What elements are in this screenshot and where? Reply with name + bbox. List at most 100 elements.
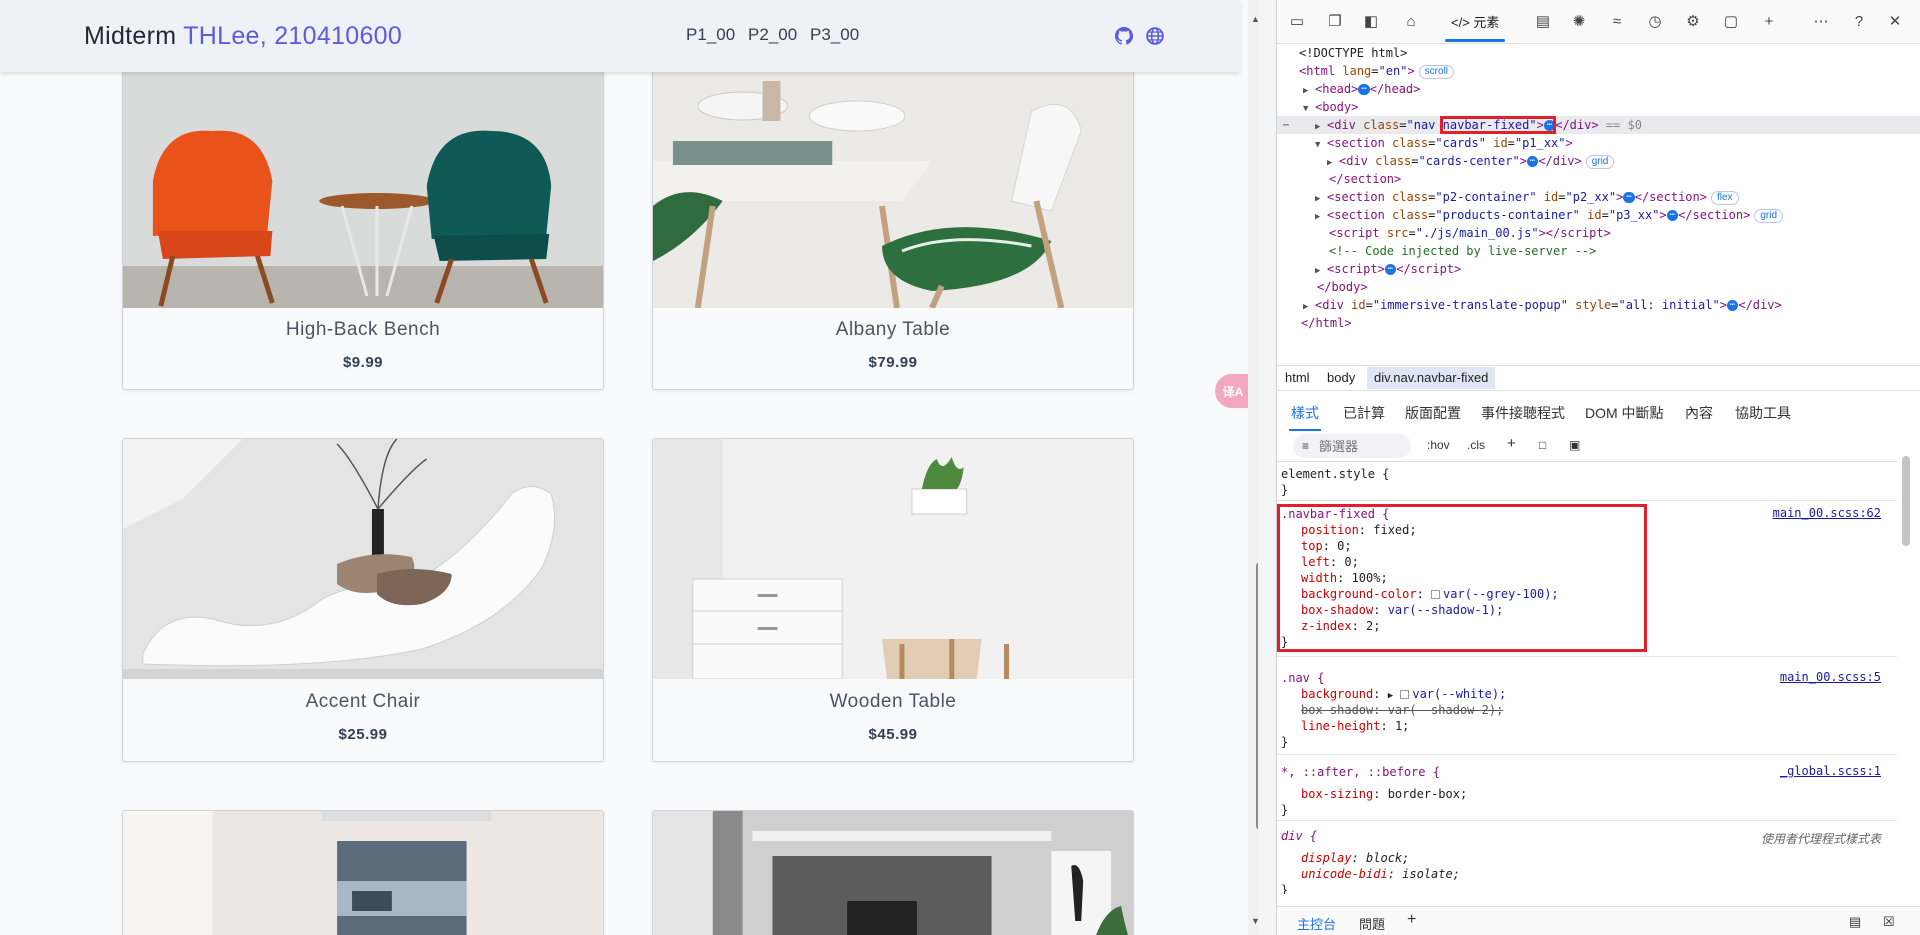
- css-property[interactable]: width: 100%;: [1301, 570, 1897, 586]
- tab-elements[interactable]: </> 元素: [1441, 10, 1509, 42]
- css-property[interactable]: top: 0;: [1301, 538, 1897, 554]
- css-property[interactable]: background-color: var(--grey-100);: [1301, 586, 1897, 602]
- css-property[interactable]: z-index: 2;: [1301, 618, 1897, 634]
- tab-console[interactable]: 主控台: [1297, 914, 1336, 933]
- paint-icon[interactable]: □: [1539, 438, 1546, 452]
- dom-line[interactable]: </html>: [1277, 314, 1920, 332]
- dom-line[interactable]: ▶ <div class="cards-center"> ⋯ </div> grid: [1277, 152, 1920, 170]
- css-property[interactable]: line-height: 1;: [1301, 718, 1897, 734]
- dom-line[interactable]: ▶ <script> ⋯ </script>: [1277, 260, 1920, 278]
- product-card[interactable]: Accent Chair $25.99: [122, 438, 604, 762]
- scroll-down-icon[interactable]: ▼: [1251, 916, 1258, 926]
- tab-styles[interactable]: 樣式: [1289, 403, 1321, 431]
- computed-sidebar-icon[interactable]: ▣: [1569, 438, 1580, 452]
- tab-properties[interactable]: 內容: [1685, 403, 1713, 423]
- dom-line-selected[interactable]: ▶ <div class="nav navbar-fixed"> ⋯ </div> =…: [1277, 116, 1920, 134]
- dom-line[interactable]: ▶ <div id="immersive-translate-popup" sty…: [1277, 296, 1920, 314]
- tab-event-listeners[interactable]: 事件接聴程式: [1481, 403, 1565, 423]
- undock-icon[interactable]: ▤: [1849, 914, 1861, 930]
- breadcrumb-body[interactable]: body: [1327, 370, 1355, 385]
- color-swatch[interactable]: [1431, 590, 1441, 599]
- rule-selector[interactable]: element.style {: [1281, 466, 1897, 482]
- help-icon[interactable]: ?: [1849, 12, 1869, 32]
- nav-link-p1[interactable]: P1_00: [686, 25, 735, 45]
- dom-line[interactable]: <!-- Code injected by live-server -->: [1277, 242, 1920, 260]
- dom-line[interactable]: <script src="./js/main_00.js"></script>: [1277, 224, 1920, 242]
- css-property-overridden[interactable]: box-shadow: var(--shadow-2);: [1301, 702, 1897, 718]
- close-drawer-icon[interactable]: ☒: [1883, 914, 1895, 930]
- device-icon[interactable]: ▭: [1287, 12, 1307, 32]
- bug-icon[interactable]: ✺: [1569, 12, 1589, 32]
- sidebar-icon[interactable]: ◧: [1361, 12, 1381, 32]
- page-scroll-thumb[interactable]: [1256, 562, 1258, 830]
- console-icon[interactable]: ▤: [1533, 12, 1553, 32]
- github-icon[interactable]: [1115, 27, 1133, 45]
- product-card[interactable]: [122, 810, 604, 935]
- memory-icon[interactable]: ⚙: [1683, 12, 1703, 32]
- dom-line[interactable]: <html lang="en"> scroll: [1277, 62, 1920, 80]
- translate-badge[interactable]: 译A: [1215, 374, 1251, 408]
- add-tab-icon[interactable]: +: [1407, 911, 1416, 929]
- ellipsis-icon[interactable]: ⋯: [1726, 300, 1739, 311]
- scroll-up-icon[interactable]: ▲: [1251, 14, 1258, 24]
- scroll-badge[interactable]: scroll: [1418, 64, 1455, 79]
- home-icon[interactable]: ⌂: [1401, 12, 1421, 32]
- nav-link-p3[interactable]: P3_00: [810, 25, 859, 45]
- dom-line[interactable]: ▶ <section class="products-container" id=…: [1277, 206, 1920, 224]
- tab-computed[interactable]: 已計算: [1343, 403, 1385, 423]
- nav-link-p2[interactable]: P2_00: [748, 25, 797, 45]
- rule-source-link[interactable]: main_00.scss:5: [1780, 670, 1881, 684]
- css-property[interactable]: position: fixed;: [1301, 522, 1897, 538]
- rule-source-link[interactable]: _global.scss:1: [1780, 764, 1881, 778]
- tab-accessibility[interactable]: 協助工具: [1735, 403, 1791, 423]
- new-rule-icon[interactable]: +: [1507, 435, 1516, 452]
- breadcrumb-html[interactable]: html: [1285, 370, 1310, 385]
- dom-line[interactable]: ▶ <head> ⋯ </head>: [1277, 80, 1920, 98]
- css-property[interactable]: box-sizing: border-box;: [1301, 786, 1897, 802]
- ellipsis-icon[interactable]: ⋯: [1543, 120, 1556, 131]
- dom-line[interactable]: </body>: [1277, 278, 1920, 296]
- flex-badge[interactable]: flex: [1710, 190, 1739, 205]
- product-card[interactable]: [652, 810, 1134, 935]
- grid-badge[interactable]: grid: [1754, 208, 1784, 223]
- globe-icon[interactable]: [1146, 27, 1164, 45]
- attr-value[interactable]: ./js/main_00.js: [1423, 226, 1531, 240]
- more-icon[interactable]: ⋯: [1283, 120, 1289, 131]
- styles-filter-input[interactable]: [1293, 434, 1411, 458]
- dom-line[interactable]: </section>: [1277, 170, 1920, 188]
- inspect-icon[interactable]: ❐: [1325, 12, 1345, 32]
- wifi-icon[interactable]: ≈: [1607, 12, 1627, 32]
- product-card[interactable]: Albany Table $79.99: [652, 70, 1134, 390]
- ellipsis-icon[interactable]: ⋯: [1358, 84, 1370, 95]
- styles-scroll-thumb[interactable]: [1902, 456, 1910, 546]
- product-name: High-Back Bench: [285, 319, 441, 340]
- tab-dom-breakpoints[interactable]: DOM 中斷點: [1585, 403, 1664, 423]
- ellipsis-icon[interactable]: ⋯: [1526, 156, 1539, 167]
- hov-toggle[interactable]: :hov: [1427, 438, 1450, 452]
- application-icon[interactable]: ▢: [1721, 12, 1741, 32]
- ellipsis-icon[interactable]: ⋯: [1384, 264, 1397, 275]
- grid-badge[interactable]: grid: [1585, 154, 1615, 169]
- color-swatch[interactable]: [1400, 690, 1410, 699]
- dom-line[interactable]: ▼ <section class="cards" id="p1_xx">: [1277, 134, 1920, 152]
- close-icon[interactable]: ✕: [1885, 12, 1905, 32]
- ellipsis-icon[interactable]: ⋯: [1666, 210, 1679, 221]
- add-icon[interactable]: +: [1759, 12, 1779, 32]
- performance-icon[interactable]: ◷: [1645, 12, 1665, 32]
- tab-layout[interactable]: 版面配置: [1405, 403, 1461, 423]
- tab-issues[interactable]: 問題: [1359, 914, 1385, 933]
- rule-source-link[interactable]: main_00.scss:62: [1773, 506, 1881, 520]
- ellipsis-icon[interactable]: ⋯: [1623, 192, 1635, 203]
- css-property[interactable]: box-shadow: var(--shadow-1);: [1301, 602, 1897, 618]
- dom-line[interactable]: ▶ <section class="p2-container" id="p2_xx…: [1277, 188, 1920, 206]
- cls-toggle[interactable]: .cls: [1467, 438, 1485, 452]
- product-card[interactable]: High-Back Bench $9.99: [122, 70, 604, 390]
- css-property[interactable]: left: 0;: [1301, 554, 1897, 570]
- dom-line[interactable]: <!DOCTYPE html>: [1277, 44, 1920, 62]
- css-property[interactable]: background: ▶ var(--white);: [1301, 686, 1897, 702]
- product-card[interactable]: Wooden Table $45.99: [652, 438, 1134, 762]
- dom-line[interactable]: ▼ <body>: [1277, 98, 1920, 116]
- breadcrumb-div[interactable]: div.nav.navbar-fixed: [1367, 367, 1496, 389]
- more-icon[interactable]: ⋯: [1811, 12, 1831, 32]
- expand-icon[interactable]: ▶: [1388, 691, 1393, 701]
